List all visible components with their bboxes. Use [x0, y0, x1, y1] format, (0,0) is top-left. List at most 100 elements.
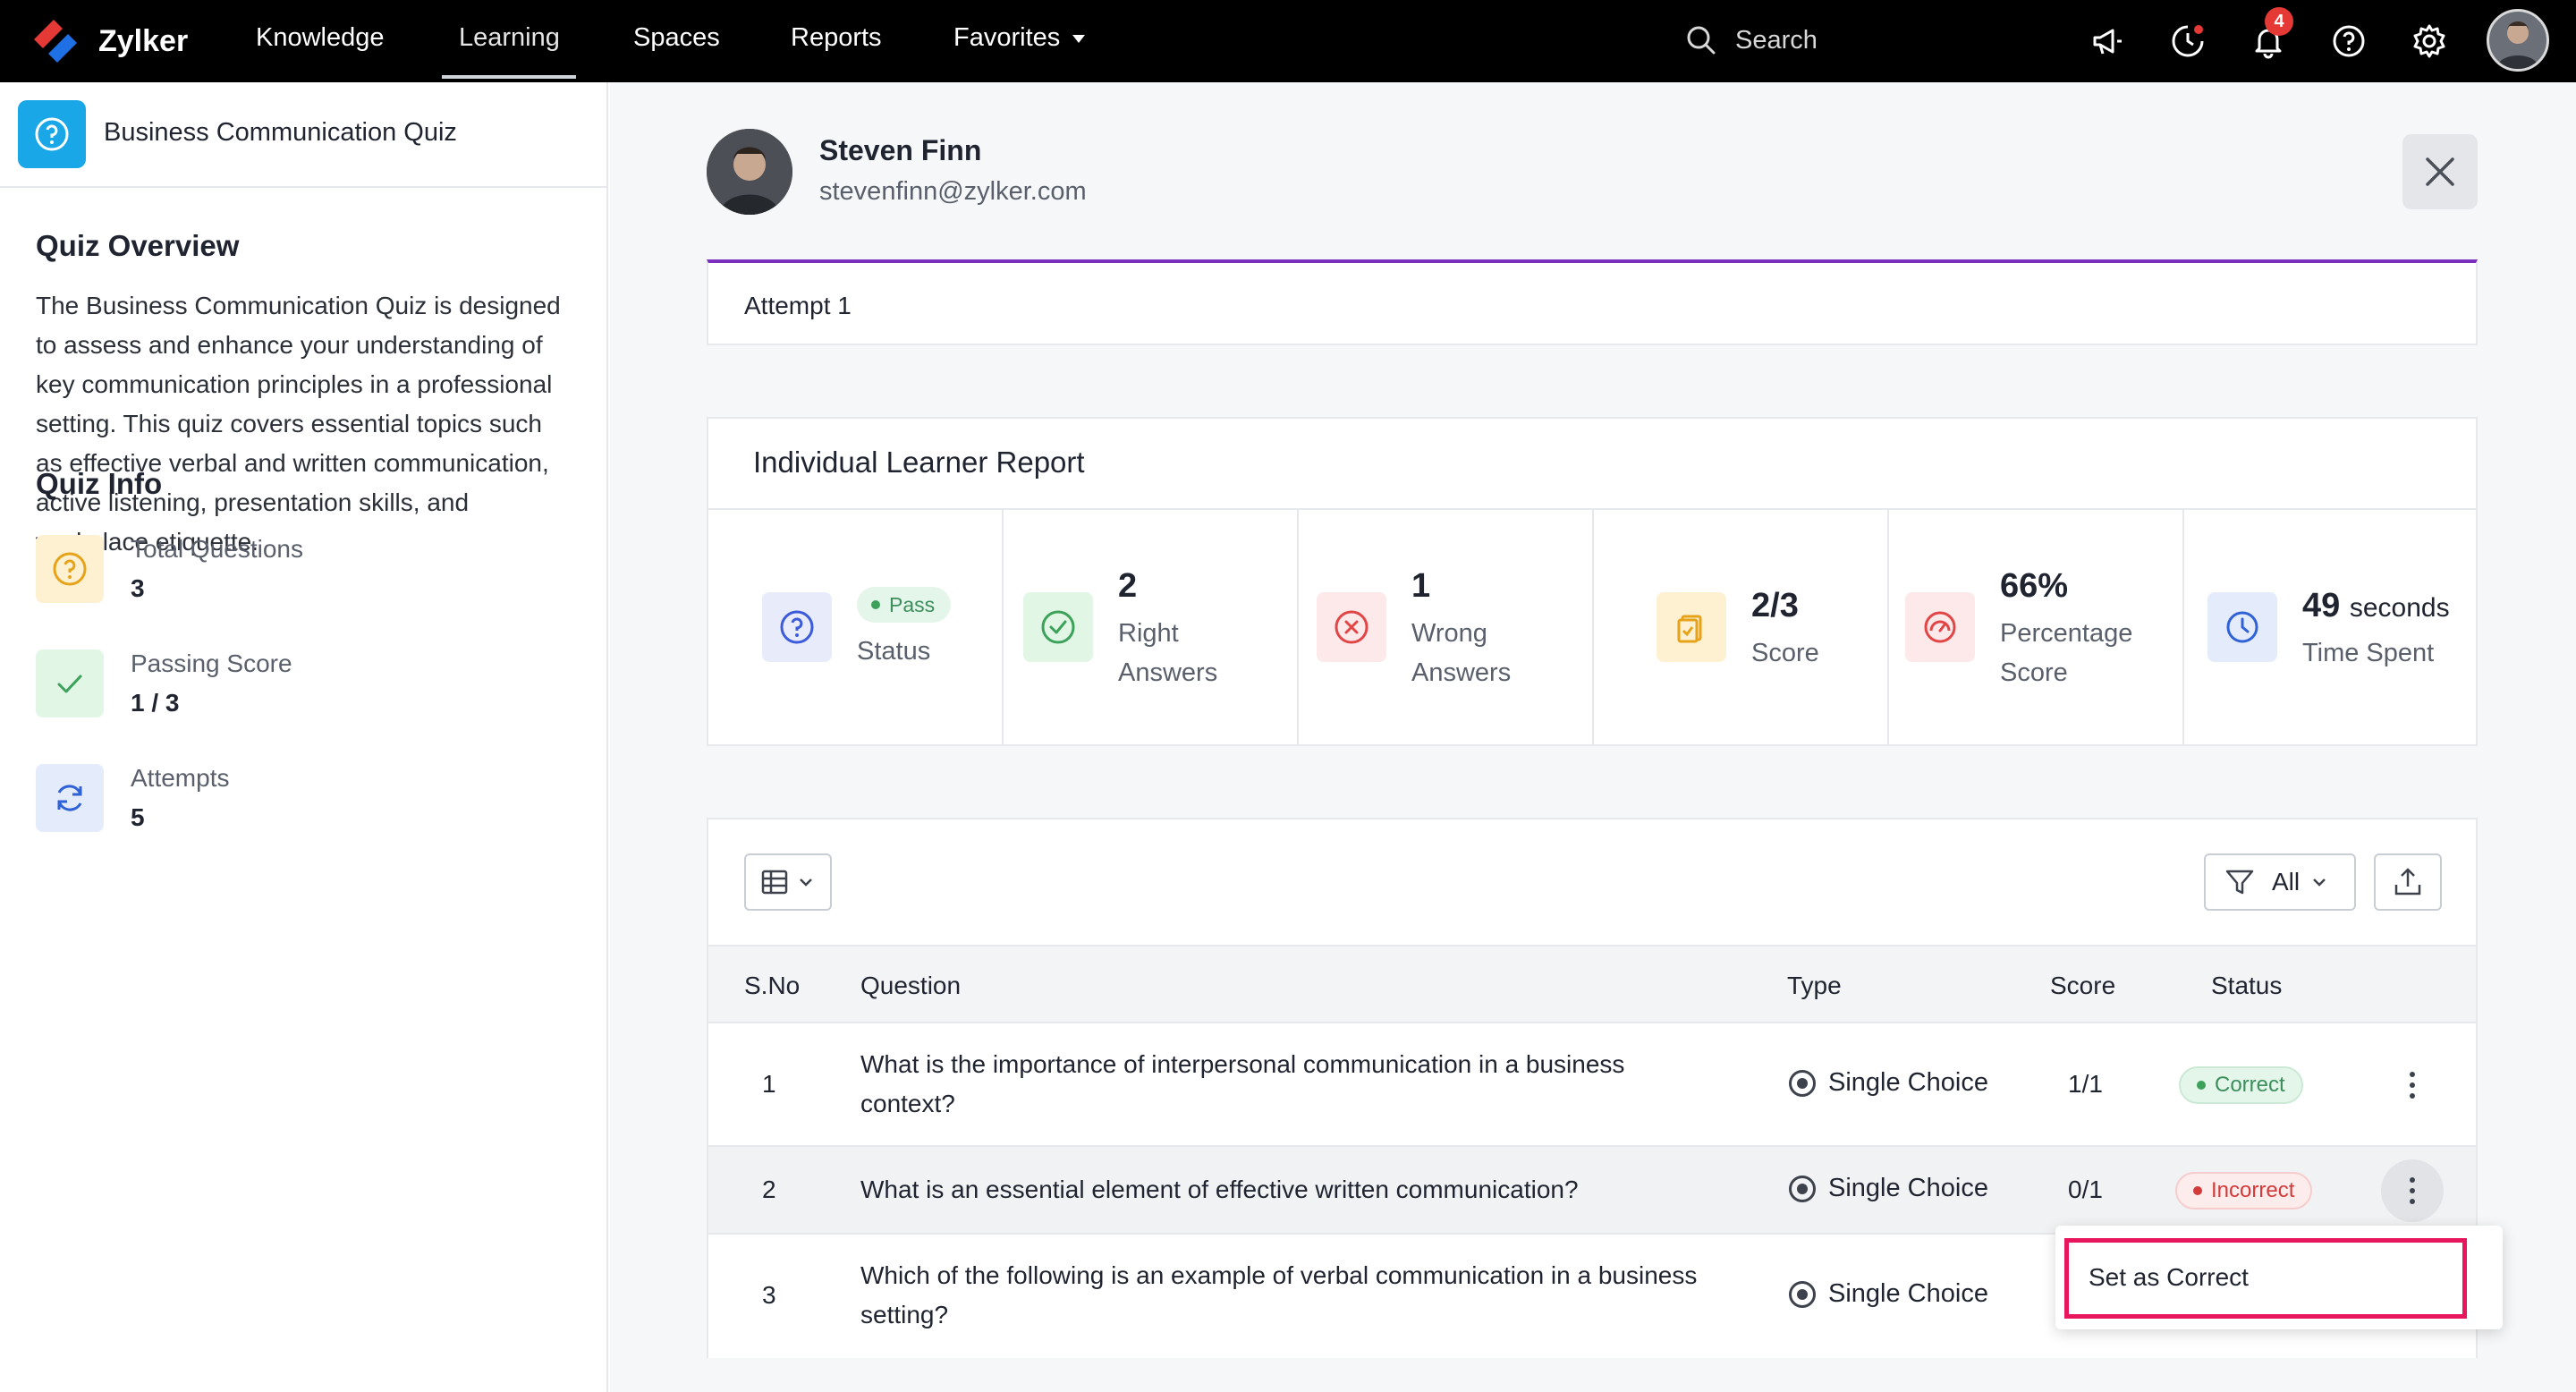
table-row[interactable]: 2 What is an essential element of effect…	[708, 1147, 2476, 1235]
nav-favorites[interactable]: Favorites	[953, 0, 1086, 82]
column-question: Question	[860, 972, 962, 999]
close-icon	[2426, 157, 2454, 186]
row-question-line1: What is an essential element of effectiv…	[860, 1176, 1579, 1203]
row-sno: 3	[762, 1281, 776, 1309]
status-badge: Incorrect	[2175, 1172, 2313, 1210]
search-box[interactable]: Search	[1685, 18, 1818, 63]
info-label: Passing Score	[131, 649, 292, 677]
status-dot	[2193, 1186, 2202, 1195]
row-score: 0/1	[2068, 1176, 2103, 1203]
row-type: Single Choice	[1789, 1068, 1988, 1098]
table-view-icon	[761, 870, 788, 895]
stat-label: Score	[1751, 639, 1819, 667]
nav-knowledge[interactable]: Knowledge	[256, 0, 385, 82]
row-question-line2: setting?	[860, 1301, 949, 1328]
chevron-down-icon	[1072, 34, 1086, 43]
stat-label-line1: Wrong	[1411, 619, 1487, 648]
attempt-label: Attempt 1	[744, 292, 852, 319]
chevron-down-icon	[2313, 878, 2326, 887]
stat-value: 1	[1411, 567, 1431, 605]
active-nav-indicator	[442, 75, 576, 79]
chevron-down-icon	[800, 878, 812, 887]
nav-reports[interactable]: Reports	[791, 0, 882, 82]
learner-email: stevenfinn@zylker.com	[819, 177, 1087, 206]
learner-report-card: Individual Learner Report Pass Status 2 …	[707, 417, 2478, 746]
user-avatar-icon	[2496, 21, 2539, 69]
filter-dropdown[interactable]: All	[2204, 853, 2356, 911]
table-row[interactable]: 1 What is the importance of interpersona…	[708, 1023, 2476, 1147]
stat-label-line1: Right	[1118, 619, 1179, 648]
top-navigation-bar: Zylker Knowledge Learning Spaces Reports…	[0, 0, 2576, 82]
row-question-line2: context?	[860, 1090, 955, 1117]
pass-badge-label: Pass	[889, 593, 936, 616]
row-type-label: Single Choice	[1828, 1279, 1988, 1308]
close-button[interactable]	[2402, 134, 2478, 209]
clipboard-icon	[1657, 592, 1726, 662]
single-choice-icon	[1789, 1069, 1816, 1097]
info-label: Total Questions	[131, 535, 303, 563]
help-icon[interactable]	[2329, 21, 2368, 61]
table-header: S.No Question Type Score Status	[708, 945, 2476, 1023]
time-value: 49	[2302, 587, 2341, 624]
stat-label-line2: Answers	[1118, 658, 1218, 687]
stat-value: 66%	[2000, 567, 2069, 605]
check-circle-icon	[1023, 592, 1093, 662]
tab-attempt-1[interactable]: Attempt 1	[707, 259, 2478, 345]
status-dot	[871, 600, 880, 609]
row-sno: 1	[762, 1070, 776, 1098]
sidebar-header: Business Communication Quiz	[0, 82, 606, 188]
nav-favorites-label: Favorites	[953, 23, 1061, 52]
stat-right-answers: 2 Right Answers	[1004, 510, 1299, 744]
upload-icon	[2394, 868, 2421, 895]
stat-wrong-answers: 1 Wrong Answers	[1299, 510, 1594, 744]
info-label: Attempts	[131, 764, 230, 792]
refresh-icon	[36, 764, 104, 832]
row-type-label: Single Choice	[1828, 1068, 1988, 1097]
set-as-correct-menu-item[interactable]: Set as Correct	[2064, 1238, 2467, 1319]
report-title: Individual Learner Report	[753, 446, 1085, 479]
user-avatar[interactable]	[2487, 9, 2549, 72]
search-icon	[1687, 26, 1716, 55]
quiz-title: Business Communication Quiz	[104, 118, 457, 147]
question-circle-icon	[762, 592, 832, 662]
single-choice-icon	[1789, 1175, 1816, 1202]
search-placeholder: Search	[1735, 25, 1818, 55]
row-actions-menu-icon[interactable]	[2381, 1054, 2444, 1116]
nav-learning[interactable]: Learning	[459, 0, 560, 82]
info-value: 3	[131, 574, 145, 602]
x-circle-icon	[1317, 592, 1386, 662]
stat-label: Time Spent	[2302, 639, 2435, 667]
quiz-overview-heading: Quiz Overview	[36, 229, 240, 262]
pass-badge: Pass	[857, 587, 952, 623]
row-score: 1/1	[2068, 1070, 2103, 1098]
check-icon	[36, 649, 104, 717]
learner-avatar	[707, 129, 792, 215]
notification-count-badge: 4	[2265, 7, 2293, 36]
info-value: 5	[131, 803, 145, 831]
export-button[interactable]	[2374, 853, 2442, 911]
learner-photo-icon	[707, 129, 792, 215]
status-label: Incorrect	[2211, 1178, 2295, 1202]
stat-value: 2	[1118, 567, 1138, 605]
filter-icon	[2225, 870, 2254, 895]
column-type: Type	[1787, 972, 1842, 999]
stat-label: Status	[857, 637, 931, 666]
info-attempts: Attempts 5	[36, 764, 572, 836]
row-context-menu: Set as Correct	[2055, 1226, 2503, 1329]
column-score: Score	[2050, 972, 2116, 999]
stat-percentage: 66% Percentage Score	[1889, 510, 2184, 744]
row-actions-menu-icon[interactable]	[2381, 1159, 2444, 1222]
table-view-toggle[interactable]	[744, 853, 832, 911]
activity-icon[interactable]	[2168, 21, 2207, 61]
app-logo[interactable]: Zylker	[27, 11, 188, 72]
quiz-info-heading: Quiz Info	[36, 467, 163, 500]
column-status: Status	[2211, 972, 2283, 999]
announcement-icon[interactable]	[2088, 21, 2127, 61]
status-badge: Correct	[2179, 1066, 2303, 1104]
nav-spaces[interactable]: Spaces	[633, 0, 720, 82]
settings-gear-icon[interactable]	[2410, 21, 2449, 61]
status-label: Correct	[2215, 1073, 2285, 1097]
time-unit: seconds	[2349, 593, 2450, 623]
question-icon	[36, 535, 104, 603]
clock-icon	[2207, 592, 2277, 662]
